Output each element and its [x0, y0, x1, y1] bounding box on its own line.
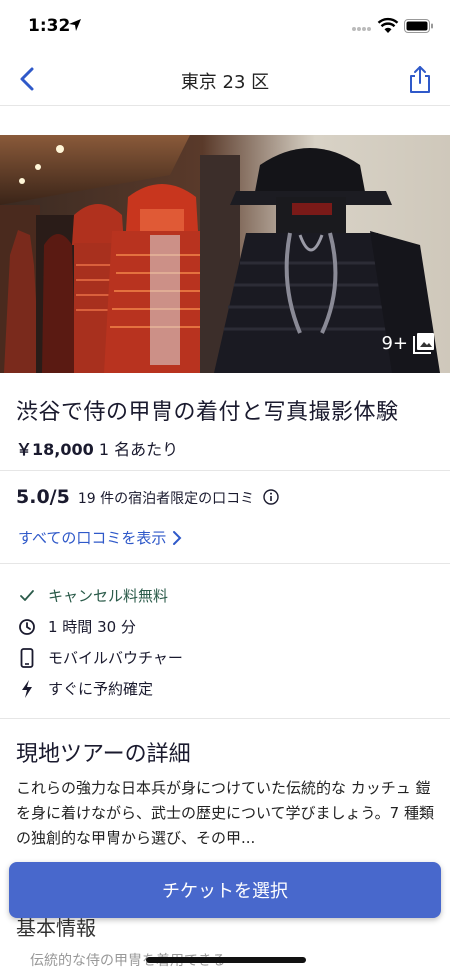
feature-free-cancellation: キャンセル料無料 [16, 580, 183, 611]
feature-list: キャンセル料無料 1 時間 30 分 モバイルバウチャー すぐに予約確定 [16, 580, 183, 704]
price-row: ￥18,000 1 名あたり [16, 436, 436, 460]
page-title: 東京 23 区 [180, 72, 270, 93]
battery-icon [404, 19, 433, 33]
feature-label: キャンセル料無料 [48, 587, 169, 605]
share-icon [410, 66, 430, 93]
checkmark-icon [20, 589, 34, 601]
feature-label: すぐに予約確定 [48, 680, 154, 698]
status-bar: 1:32 [0, 0, 450, 56]
feature-label: モバイルバウチャー [48, 649, 183, 667]
all-reviews-link[interactable]: すべての口コミを表示 [18, 527, 182, 548]
select-tickets-label: チケットを選択 [162, 881, 288, 902]
divider [0, 563, 450, 564]
share-button[interactable] [404, 64, 436, 96]
photo-count-text: 9+ [381, 332, 408, 354]
hero-photo[interactable]: 9+ [0, 135, 450, 373]
all-reviews-label: すべての口コミを表示 [18, 529, 167, 547]
experience-title: 渋谷で侍の甲冑の着付と写真撮影体験 [16, 400, 399, 425]
feature-mobile-voucher: モバイルバウチャー [16, 642, 183, 673]
price-unit: 1 名あたり [98, 440, 179, 459]
nav-bar: 東京 23 区 [0, 56, 450, 106]
status-time: 1:32 [28, 16, 71, 36]
chevron-right-icon [173, 530, 182, 545]
clock-icon [19, 618, 35, 635]
photo-count-badge: 9+ [381, 331, 436, 355]
gallery-icon [413, 333, 434, 354]
info-icon[interactable] [262, 489, 279, 505]
price: ￥18,000 [16, 440, 94, 459]
details-description[interactable]: これらの強力な日本兵が身につけていた伝統的な カッチュ 鎧を身に着けながら、武士… [16, 776, 436, 851]
rating-description: 19 件の宿泊者限定の口コミ [78, 488, 279, 508]
cellular-signal-icon [352, 27, 371, 31]
location-arrow-icon [69, 19, 81, 31]
feature-duration: 1 時間 30 分 [16, 611, 183, 642]
wifi-icon [377, 17, 399, 33]
home-indicator[interactable] [146, 957, 306, 963]
rating-score: 5.0/5 [16, 486, 70, 508]
feature-instant-confirmation: すぐに予約確定 [16, 673, 183, 704]
divider [0, 470, 450, 471]
details-heading: 現地ツアーの詳細 [16, 742, 191, 767]
lightning-icon [22, 679, 32, 698]
experience-header: 渋谷で侍の甲冑の着付と写真撮影体験 ￥18,000 1 名あたり [16, 394, 436, 460]
mobile-icon [20, 647, 34, 668]
feature-label: 1 時間 30 分 [48, 618, 136, 636]
divider [0, 718, 450, 719]
select-tickets-button[interactable]: チケットを選択 [9, 862, 441, 918]
rating-row: 5.0/5 19 件の宿泊者限定の口コミ [16, 486, 279, 508]
rating-description-text: 19 件の宿泊者限定の口コミ [77, 491, 255, 507]
